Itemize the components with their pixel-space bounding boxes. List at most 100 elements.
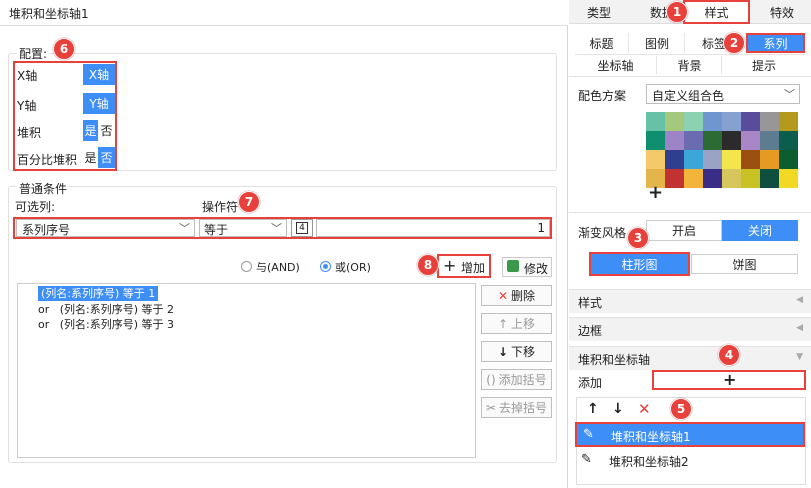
color-swatch[interactable] <box>760 112 779 131</box>
color-swatch[interactable] <box>741 150 760 169</box>
chart-type-pie[interactable]: 饼图 <box>691 254 798 274</box>
color-swatch[interactable] <box>646 150 665 169</box>
list-item-text: (列名:系列序号) 等于 2 <box>59 303 175 316</box>
edit-icon <box>507 260 519 272</box>
move-up-button[interactable]: ↑ 上移 <box>481 313 552 334</box>
arrow-down-icon: ↓ <box>497 344 509 359</box>
main-tabs: 类型 数据 样式 特效 <box>569 0 811 24</box>
color-swatch[interactable] <box>646 131 665 150</box>
add-color-icon[interactable]: + <box>648 184 663 202</box>
gradient-off[interactable]: 关闭 <box>722 220 798 241</box>
caret-left-icon: ◀ <box>796 323 803 333</box>
subtab-tooltip[interactable]: 提示 <box>723 56 805 74</box>
y-axis-toggle[interactable]: Y轴 <box>83 93 115 114</box>
color-swatch[interactable] <box>703 131 722 150</box>
delete-icon[interactable]: ✕ <box>638 400 651 418</box>
color-swatch[interactable] <box>779 169 798 188</box>
move-down-button[interactable]: ↓ 下移 <box>481 341 552 362</box>
value-type-icon[interactable]: 4 <box>291 219 313 237</box>
caret-left-icon: ◀ <box>796 295 803 305</box>
color-swatch[interactable] <box>665 112 684 131</box>
gradient-on[interactable]: 开启 <box>646 220 722 241</box>
color-swatch[interactable] <box>760 150 779 169</box>
subtab-label[interactable]: 标签 <box>686 33 726 53</box>
color-swatch[interactable] <box>665 131 684 150</box>
arrow-down-icon[interactable]: ↓ <box>612 401 624 417</box>
subtab-legend[interactable]: 图例 <box>630 33 685 53</box>
color-swatch[interactable] <box>684 131 703 150</box>
tab-type[interactable]: 类型 <box>569 0 629 24</box>
edit-condition-button[interactable]: 修改 <box>502 257 552 277</box>
color-swatch[interactable] <box>779 150 798 169</box>
stack-no[interactable]: 否 <box>98 120 115 141</box>
color-swatch[interactable] <box>646 112 665 131</box>
color-swatch[interactable] <box>741 169 760 188</box>
value-input[interactable]: 1 <box>316 219 550 237</box>
panel-title: 堆积和坐标轴1 <box>9 7 89 21</box>
percent-no[interactable]: 否 <box>98 147 115 168</box>
color-swatch[interactable] <box>684 169 703 188</box>
color-swatch[interactable] <box>741 112 760 131</box>
operator-select[interactable]: 等于 ﹀ <box>199 219 287 237</box>
section-style[interactable]: 样式 ◀ <box>569 289 811 313</box>
arrow-up-icon[interactable]: ↑ <box>587 401 599 417</box>
tab-style[interactable]: 样式 <box>683 0 750 24</box>
or-radio-label: 或(OR) <box>335 261 371 274</box>
callout-badge: 8 <box>417 254 439 276</box>
delete-button[interactable]: ✕ 删除 <box>481 285 552 306</box>
subtab-background[interactable]: 背景 <box>658 56 722 74</box>
add-stack-axis-button[interactable]: + <box>652 370 806 390</box>
list-item-label: 堆积和坐标轴2 <box>609 455 689 469</box>
config-row-x-label: X轴 <box>17 69 38 83</box>
color-swatch[interactable] <box>703 150 722 169</box>
section-stack-axis[interactable]: 堆积和坐标轴 ▼ <box>569 346 811 370</box>
tab-effects[interactable]: 特效 <box>753 0 811 24</box>
color-swatch[interactable] <box>684 150 703 169</box>
color-swatch[interactable] <box>779 112 798 131</box>
section-border[interactable]: 边框 ◀ <box>569 317 811 341</box>
color-swatch[interactable] <box>760 131 779 150</box>
subtab-series[interactable]: 系列 <box>746 33 805 53</box>
color-swatch[interactable] <box>703 169 722 188</box>
x-axis-toggle[interactable]: X轴 <box>83 64 115 85</box>
subtab-title[interactable]: 标题 <box>575 33 629 53</box>
color-swatch[interactable] <box>722 112 741 131</box>
or-radio[interactable] <box>320 261 331 272</box>
column-select[interactable]: 系列序号 ﹀ <box>16 219 195 237</box>
color-swatch[interactable] <box>703 112 722 131</box>
color-scheme-select[interactable]: 自定义组合色 ﹀ <box>646 84 800 104</box>
remove-bracket-button[interactable]: ✂ 去掉括号 <box>481 397 552 418</box>
color-swatch[interactable] <box>665 169 684 188</box>
list-item[interactable]: ✎ 堆积和坐标轴1 <box>575 422 805 447</box>
color-swatch[interactable] <box>722 150 741 169</box>
add-bracket-button[interactable]: () 添加括号 <box>481 369 552 390</box>
list-item[interactable]: (列名:系列序号) 等于 1 <box>38 286 159 301</box>
color-swatch[interactable] <box>665 150 684 169</box>
list-item-text: (列名:系列序号) 等于 1 <box>41 287 156 300</box>
list-item[interactable]: or (列名:系列序号) 等于 2 <box>38 302 174 317</box>
callout-badge: 4 <box>718 344 740 366</box>
and-radio[interactable] <box>241 261 252 272</box>
plus-icon: + <box>443 256 457 275</box>
color-swatch[interactable] <box>722 169 741 188</box>
stack-yes[interactable]: 是 <box>83 120 98 141</box>
callout-badge: 7 <box>238 191 260 213</box>
condition-list[interactable]: (列名:系列序号) 等于 1 or (列名:系列序号) 等于 2 or (列名:… <box>17 283 476 458</box>
list-item[interactable]: or (列名:系列序号) 等于 3 <box>38 317 174 332</box>
chevron-down-icon: ﹀ <box>271 222 282 235</box>
chart-type-bar[interactable]: 柱形图 <box>589 252 690 276</box>
list-item[interactable]: ✎ 堆积和坐标轴2 <box>577 449 805 474</box>
color-swatch[interactable] <box>741 131 760 150</box>
add-bracket-label: 添加括号 <box>498 373 547 387</box>
callout-badge: 2 <box>723 32 745 54</box>
add-condition-button[interactable]: + 增加 <box>437 254 491 278</box>
color-swatch[interactable] <box>760 169 779 188</box>
color-swatch[interactable] <box>779 131 798 150</box>
callout-badge: 6 <box>53 38 75 60</box>
plus-icon: + <box>723 370 737 389</box>
percent-yes[interactable]: 是 <box>83 147 98 168</box>
subtab-axis[interactable]: 坐标轴 <box>575 56 657 74</box>
color-swatch[interactable] <box>684 112 703 131</box>
color-palette[interactable] <box>646 112 798 188</box>
color-swatch[interactable] <box>722 131 741 150</box>
